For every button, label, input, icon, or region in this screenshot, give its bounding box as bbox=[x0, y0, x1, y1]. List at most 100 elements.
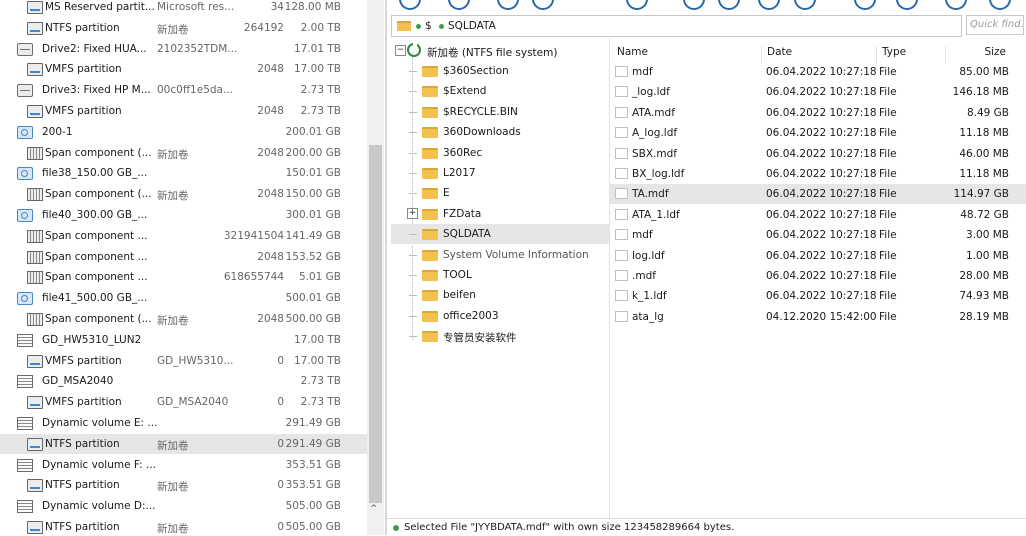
tree-folder-row[interactable]: 360Downloads bbox=[391, 122, 609, 142]
file-row[interactable]: mdf 06.04.2022 10:27:18 File 85.00 MB bbox=[610, 62, 1026, 82]
disk-list-row[interactable]: Drive3: Fixed HP M... 00c0ff1e5da... 2.73 … bbox=[0, 80, 367, 100]
file-row[interactable]: ATA.mdf 06.04.2022 10:27:18 File 8.49 GB bbox=[610, 103, 1026, 123]
column-type-header[interactable]: Type bbox=[882, 46, 906, 58]
recover-button[interactable] bbox=[794, 0, 816, 10]
disk-list-row[interactable]: Span component ... 321941504 141.49 GB bbox=[0, 226, 367, 246]
disk-list-row[interactable]: file38_150.00 GB_... 150.01 GB bbox=[0, 163, 367, 183]
file-row[interactable]: log.ldf 06.04.2022 10:27:18 File 1.00 MB bbox=[610, 246, 1026, 266]
disk-list-row[interactable]: GD_MSA2040 2.73 TB bbox=[0, 371, 367, 391]
disk-name: VMFS partition bbox=[45, 354, 122, 367]
tree-folder-row[interactable]: + FZData bbox=[391, 204, 609, 224]
collapse-icon[interactable]: − bbox=[395, 45, 406, 56]
disk-first-sector: 0 bbox=[277, 396, 284, 409]
disk-list-row[interactable]: Span component ... 618655744 5.01 GB bbox=[0, 267, 367, 287]
tree-folder-row[interactable]: beifen bbox=[391, 285, 609, 305]
copy-button[interactable] bbox=[718, 0, 740, 10]
file-icon bbox=[615, 290, 628, 302]
save-button[interactable] bbox=[683, 0, 705, 10]
file-row[interactable]: A_log.ldf 06.04.2022 10:27:18 File 11.18 MB bbox=[610, 123, 1026, 143]
scroll-up-arrow-icon[interactable]: ^ bbox=[370, 504, 378, 514]
disk-list-row[interactable]: file41_500.00 GB_... 500.01 GB bbox=[0, 288, 367, 308]
breadcrumb-current[interactable]: SQLDATA bbox=[448, 20, 496, 32]
disk-list-row[interactable]: VMFS partition 2048 2.73 TB bbox=[0, 101, 367, 121]
disk-list-row[interactable]: NTFS partition 新加卷 0 353.51 GB bbox=[0, 475, 367, 495]
paste-button[interactable] bbox=[758, 0, 780, 10]
file-name: k_1.ldf bbox=[632, 290, 667, 303]
tree-folder-row[interactable]: E bbox=[391, 183, 609, 203]
folder-icon bbox=[422, 331, 438, 343]
disk-list-row[interactable]: NTFS partition 新加卷 264192 2.00 TB bbox=[0, 18, 367, 38]
disk-name: Span component ... bbox=[45, 271, 148, 284]
column-name-header[interactable]: Name bbox=[617, 46, 648, 58]
help-button[interactable] bbox=[989, 0, 1011, 10]
disk-list-row[interactable]: Span component (... 新加卷 2048 500.00 GB bbox=[0, 309, 367, 329]
disk-first-sector: 0 bbox=[277, 521, 284, 533]
tree-folder-label: FZData bbox=[443, 207, 482, 220]
disk-first-sector: 0 bbox=[277, 479, 284, 492]
disk-list-row[interactable]: Span component (... 新加卷 2048 200.00 GB bbox=[0, 143, 367, 163]
disk-list-row[interactable]: VMFS partition GD_HW5310... 0 17.00 TB bbox=[0, 351, 367, 371]
tree-folder-row[interactable]: office2003 bbox=[391, 306, 609, 326]
home-button[interactable] bbox=[532, 0, 554, 10]
up-button[interactable] bbox=[497, 0, 519, 10]
tree-folder-row[interactable]: $360Section bbox=[391, 61, 609, 81]
disk-list-row[interactable]: Span component ... 2048 153.52 GB bbox=[0, 247, 367, 267]
disk-description: GD_MSA2040 bbox=[157, 396, 229, 409]
ntfs-volume-icon bbox=[407, 42, 421, 57]
file-date: 06.04.2022 10:27:18 bbox=[766, 86, 877, 99]
disk-list-row[interactable]: Dynamic volume E: ... 291.49 GB bbox=[0, 413, 367, 433]
address-bar[interactable]: $ SQLDATA bbox=[391, 15, 962, 37]
disk-list-panel: MS Reserved partit... Microsoft res... 34 1… bbox=[0, 0, 367, 535]
column-size-header[interactable]: Size bbox=[984, 46, 1006, 58]
search-button[interactable] bbox=[854, 0, 876, 10]
tree-root[interactable]: − 新加卷 (NTFS file system) bbox=[391, 41, 609, 61]
disk-list-row[interactable]: GD_HW5310_LUN2 17.00 TB bbox=[0, 330, 367, 350]
tree-folder-row[interactable]: 360Rec bbox=[391, 143, 609, 163]
file-row[interactable]: mdf 06.04.2022 10:27:18 File 3.00 MB bbox=[610, 225, 1026, 245]
back-button[interactable] bbox=[399, 0, 421, 10]
file-row[interactable]: TA.mdf 06.04.2022 10:27:18 File 114.97 GB bbox=[610, 184, 1026, 205]
tree-folder-row[interactable]: System Volume Information bbox=[391, 245, 609, 265]
tree-folder-row[interactable]: $Extend bbox=[391, 81, 609, 101]
disk-list-row[interactable]: NTFS partition 新加卷 0 291.49 GB bbox=[0, 433, 367, 454]
disk-list-row[interactable]: Drive2: Fixed HUA... 2102352TDM... 17.01 T… bbox=[0, 39, 367, 59]
file-row[interactable]: .mdf 06.04.2022 10:27:18 File 28.00 MB bbox=[610, 266, 1026, 286]
refresh-button[interactable] bbox=[626, 0, 648, 10]
disk-list-row[interactable]: 200-1 200.01 GB bbox=[0, 122, 367, 142]
disk-list-row[interactable]: Span component (... 新加卷 2048 150.00 GB bbox=[0, 184, 367, 204]
column-date-header[interactable]: Date bbox=[767, 46, 792, 58]
file-row[interactable]: ATA_1.ldf 06.04.2022 10:27:18 File 48.72 GB bbox=[610, 205, 1026, 225]
tree-folder-row[interactable]: SQLDATA bbox=[391, 224, 609, 245]
panel-splitter[interactable] bbox=[385, 0, 387, 535]
expand-icon[interactable]: + bbox=[407, 207, 418, 219]
file-name: mdf bbox=[632, 229, 653, 242]
tree-folder-row[interactable]: TOOL bbox=[391, 265, 609, 285]
file-row[interactable]: ata_lg 04.12.2020 15:42:00 File 28.19 MB bbox=[610, 307, 1026, 327]
quick-find-input[interactable]: Quick find... bbox=[966, 15, 1024, 35]
disk-list-row[interactable]: VMFS partition GD_MSA2040 0 2.73 TB bbox=[0, 392, 367, 412]
forward-button[interactable] bbox=[448, 0, 470, 10]
view-button[interactable] bbox=[896, 0, 918, 10]
tree-folder-label: beifen bbox=[443, 289, 476, 302]
tree-folder-row[interactable]: $RECYCLE.BIN bbox=[391, 102, 609, 122]
scrollbar-thumb[interactable] bbox=[369, 145, 382, 503]
breadcrumb-root[interactable]: $ bbox=[425, 20, 432, 32]
file-icon bbox=[615, 106, 628, 118]
disk-list-row[interactable]: Dynamic volume D:... 505.00 GB bbox=[0, 496, 367, 516]
disk-list-row[interactable]: VMFS partition 2048 17.00 TB bbox=[0, 59, 367, 79]
file-row[interactable]: BX_log.ldf 06.04.2022 10:27:18 File 11.18 M… bbox=[610, 164, 1026, 184]
disk-list-row[interactable]: MS Reserved partit... Microsoft res... 34 1… bbox=[0, 0, 367, 17]
file-row[interactable]: SBX.mdf 06.04.2022 10:27:18 File 46.00 MB bbox=[610, 144, 1026, 164]
file-row[interactable]: k_1.ldf 06.04.2022 10:27:18 File 74.93 MB bbox=[610, 286, 1026, 306]
disk-size: 353.51 GB bbox=[285, 479, 341, 492]
disk-list-row[interactable]: file40_300.00 GB_... 300.01 GB bbox=[0, 205, 367, 225]
disk-first-sector: 2048 bbox=[257, 188, 284, 201]
file-row[interactable]: _log.ldf 06.04.2022 10:27:18 File 146.18 MB bbox=[610, 82, 1026, 102]
tree-folder-row[interactable]: L2017 bbox=[391, 163, 609, 183]
file-list-header: Name Date Type Size bbox=[610, 38, 1026, 64]
settings-button[interactable] bbox=[945, 0, 967, 10]
disk-list-row[interactable]: NTFS partition 新加卷 0 505.00 GB bbox=[0, 517, 367, 535]
tree-folder-row[interactable]: 专管员安装软件 bbox=[391, 326, 609, 346]
file-list: Name Date Type Size mdf 06.04.2022 10:27:… bbox=[610, 38, 1026, 518]
disk-list-row[interactable]: Dynamic volume F: ... 353.51 GB bbox=[0, 455, 367, 475]
